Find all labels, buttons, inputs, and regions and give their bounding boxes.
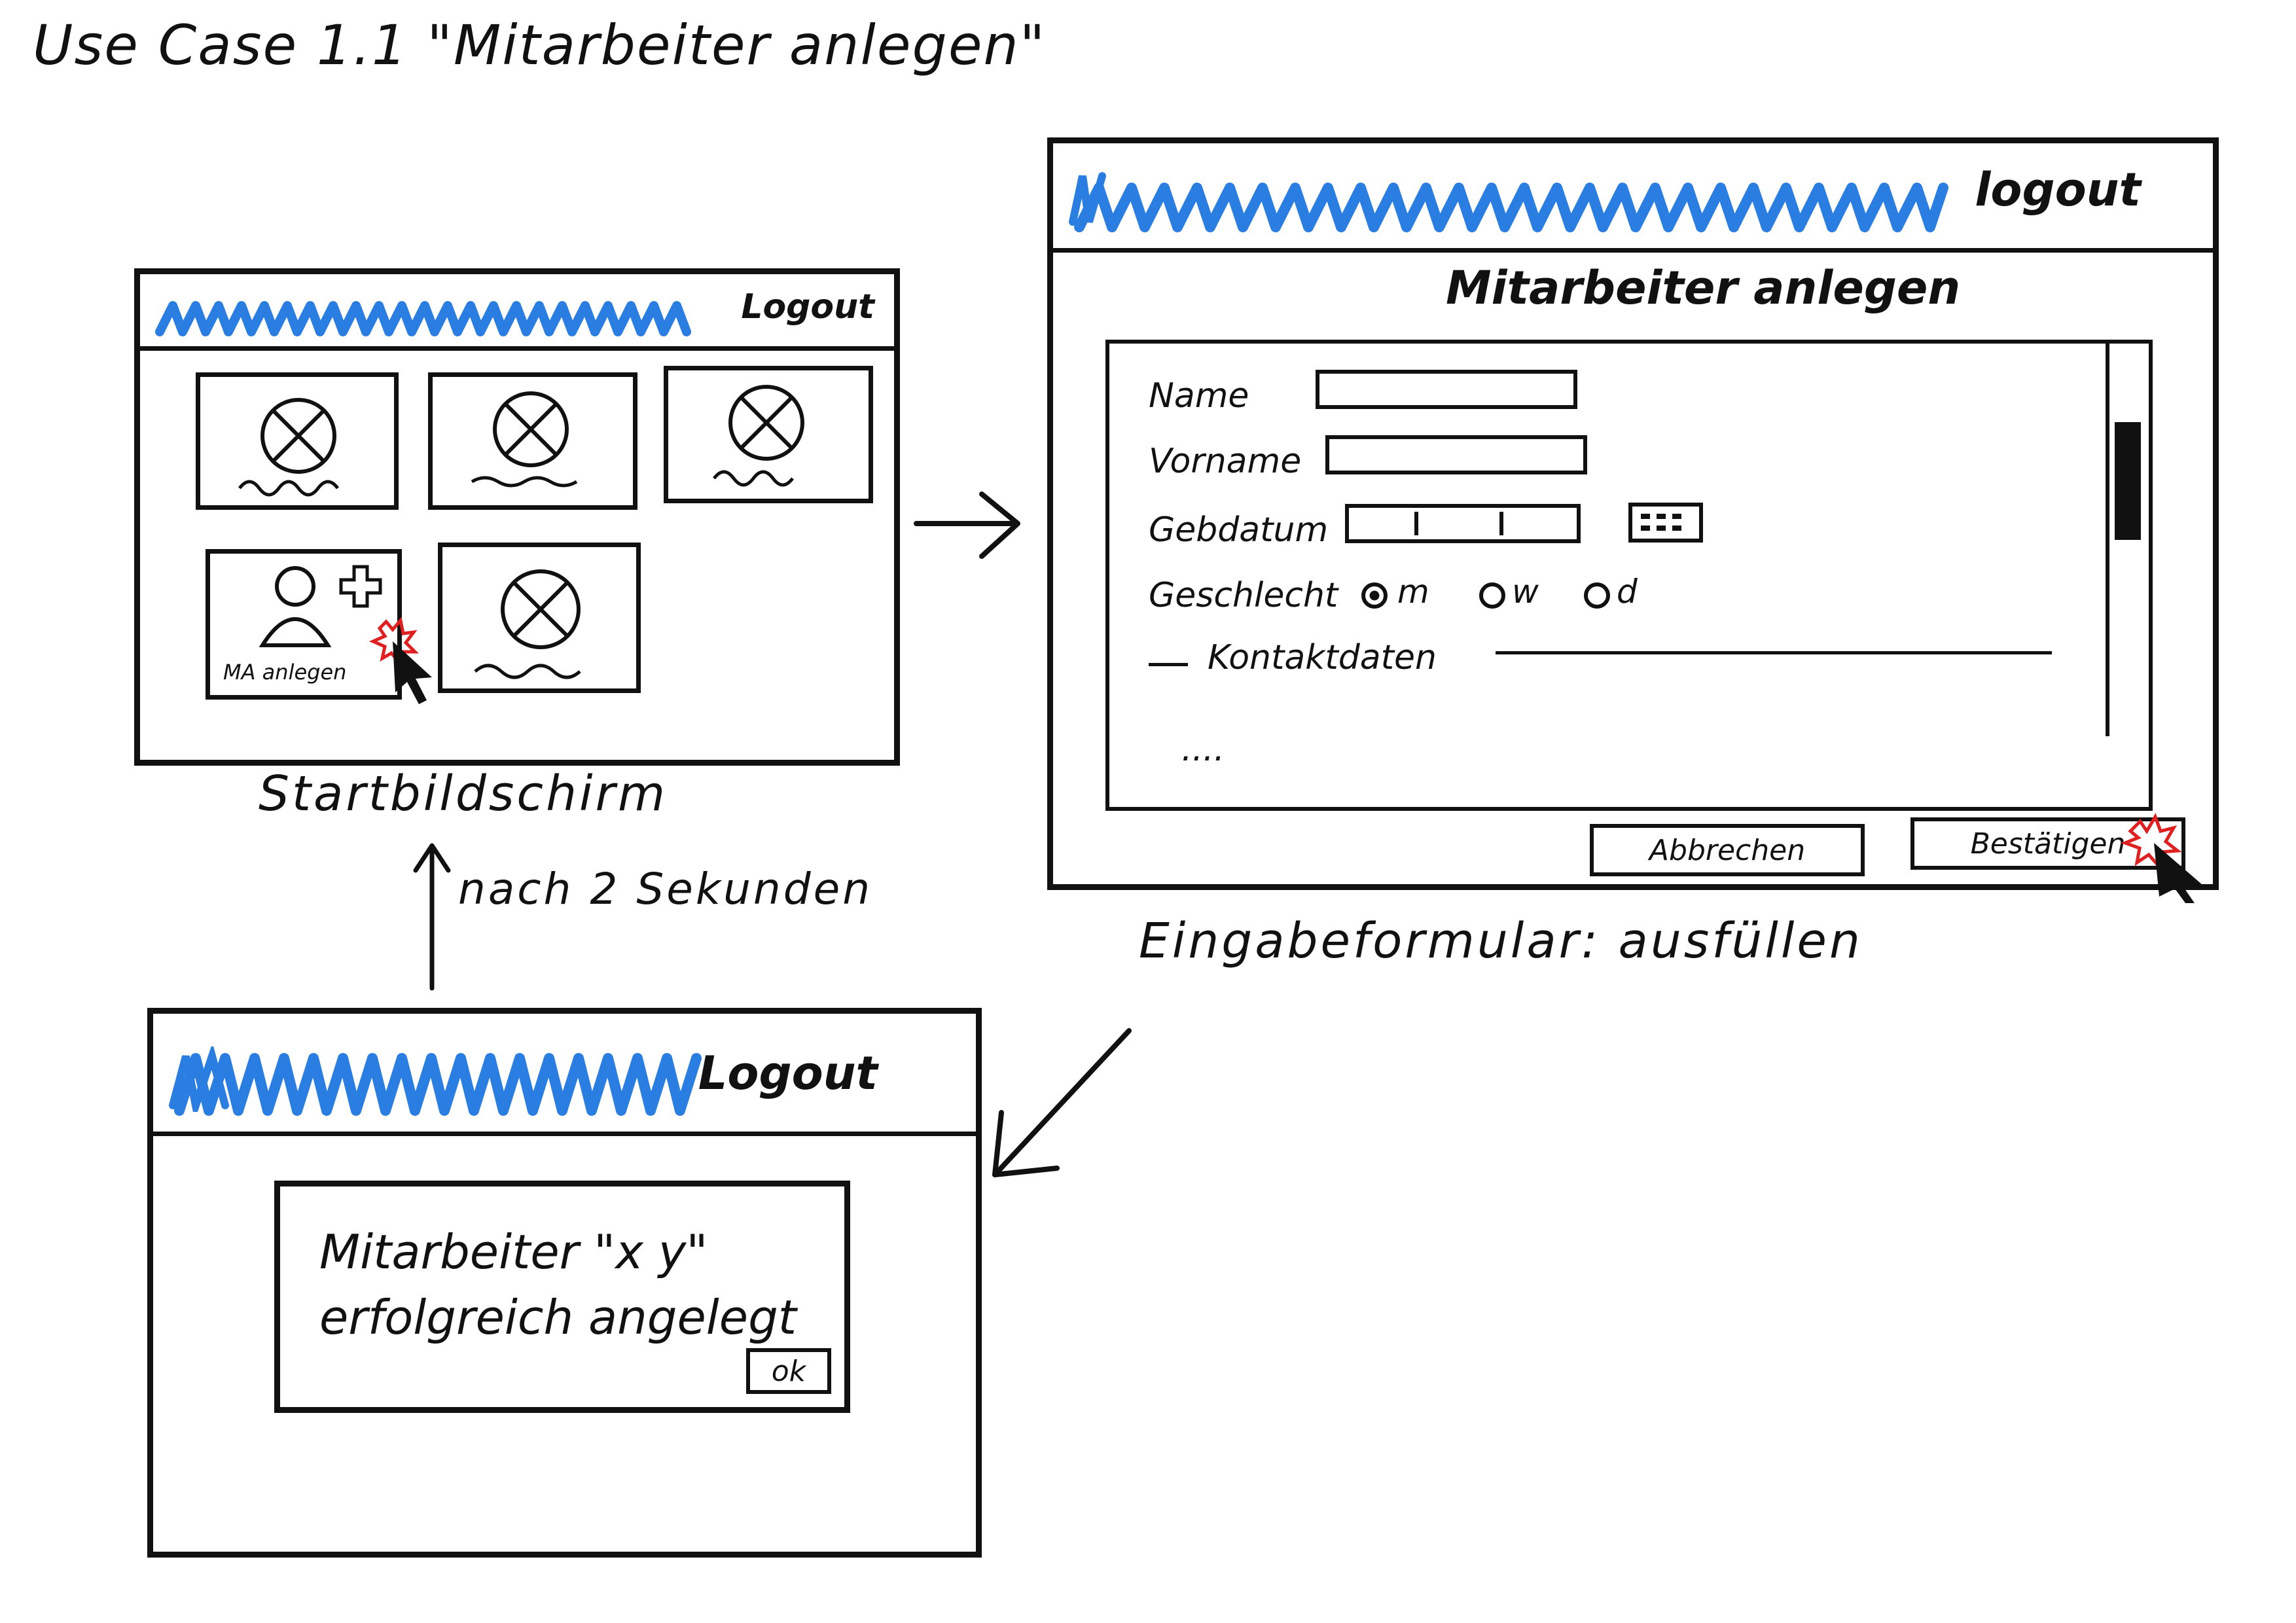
brand-scribble [155,301,691,336]
section-divider [1149,663,1188,666]
start-screen-caption: Startbildschirm [259,766,668,822]
click-cursor-icon [2120,813,2202,903]
form-screen: logout Mitarbeiter anlegen Name Vorname … [1047,137,2219,890]
menu-tile-1[interactable] [196,372,399,510]
click-cursor-icon [368,616,432,704]
calendar-icon[interactable] [1626,501,1705,546]
header-bar: Logout [153,1014,976,1136]
confirmation-screen: Logout Mitarbeiter "x y" erfolgreich ang… [147,1008,982,1558]
form-panel: Name Vorname Gebdatum Geschlecht m w d K… [1105,340,2153,811]
gender-label: Geschlecht [1149,576,1338,615]
success-dialog: Mitarbeiter "x y" erfolgreich angelegt o… [274,1181,850,1413]
form-screen-caption: Eingabeformular: ausfüllen [1139,913,1863,969]
menu-tile-2[interactable] [428,372,637,510]
cancel-button[interactable]: Abbrechen [1590,824,1865,876]
gender-label-d: d [1617,573,1638,611]
kontakt-section-label: Kontaktdaten [1208,638,1437,677]
header-bar: logout [1053,143,2213,253]
arrow-right-icon [914,491,1020,559]
start-screen: Logout MA anlegen [134,268,900,766]
menu-tile-3[interactable] [664,366,873,503]
ok-button[interactable]: ok [746,1348,831,1394]
blue-scribble-icon [1069,172,1106,226]
success-message-line2: erfolgreich angelegt [319,1290,797,1345]
form-heading: Mitarbeiter anlegen [1446,261,1961,315]
gender-radio-w[interactable] [1479,582,1505,609]
name-label: Name [1149,376,1249,416]
scrollbar-thumb[interactable] [2115,422,2141,540]
logout-link[interactable]: logout [1975,163,2141,217]
success-message-line1: Mitarbeiter "x y" [319,1224,708,1279]
page-title: Use Case 1.1 "Mitarbeiter anlegen" [33,13,1047,77]
brand-scribble [174,1053,702,1116]
add-employee-label: MA anlegen [223,660,347,685]
gender-radio-m[interactable] [1361,582,1388,609]
menu-tile-5[interactable] [438,543,641,693]
vorname-label: Vorname [1149,442,1302,481]
gender-label-m: m [1397,573,1429,611]
birthdate-field[interactable] [1345,504,1581,543]
gender-radio-d[interactable] [1584,582,1610,609]
logout-link[interactable]: Logout [741,287,874,327]
scrollbar[interactable] [2106,344,2149,736]
name-field[interactable] [1316,370,1577,409]
arrow-up-icon [413,843,451,991]
vorname-field[interactable] [1325,435,1587,474]
placeholder-image-icon [474,569,581,679]
more-fields-ellipsis: .... [1181,730,1225,769]
placeholder-image-icon [238,398,339,497]
blue-scribble-icon [169,1046,229,1112]
brand-scribble [1074,183,1948,232]
gender-label-w: w [1512,573,1539,611]
logout-link[interactable]: Logout [698,1046,878,1100]
birthdate-label: Gebdatum [1149,510,1329,550]
section-divider [1496,651,2052,654]
arrow-down-left-icon [992,1028,1132,1177]
header-bar: Logout [140,274,894,351]
placeholder-image-icon [713,385,804,487]
transition-label: nach 2 Sekunden [458,864,873,914]
placeholder-image-icon [471,391,578,488]
